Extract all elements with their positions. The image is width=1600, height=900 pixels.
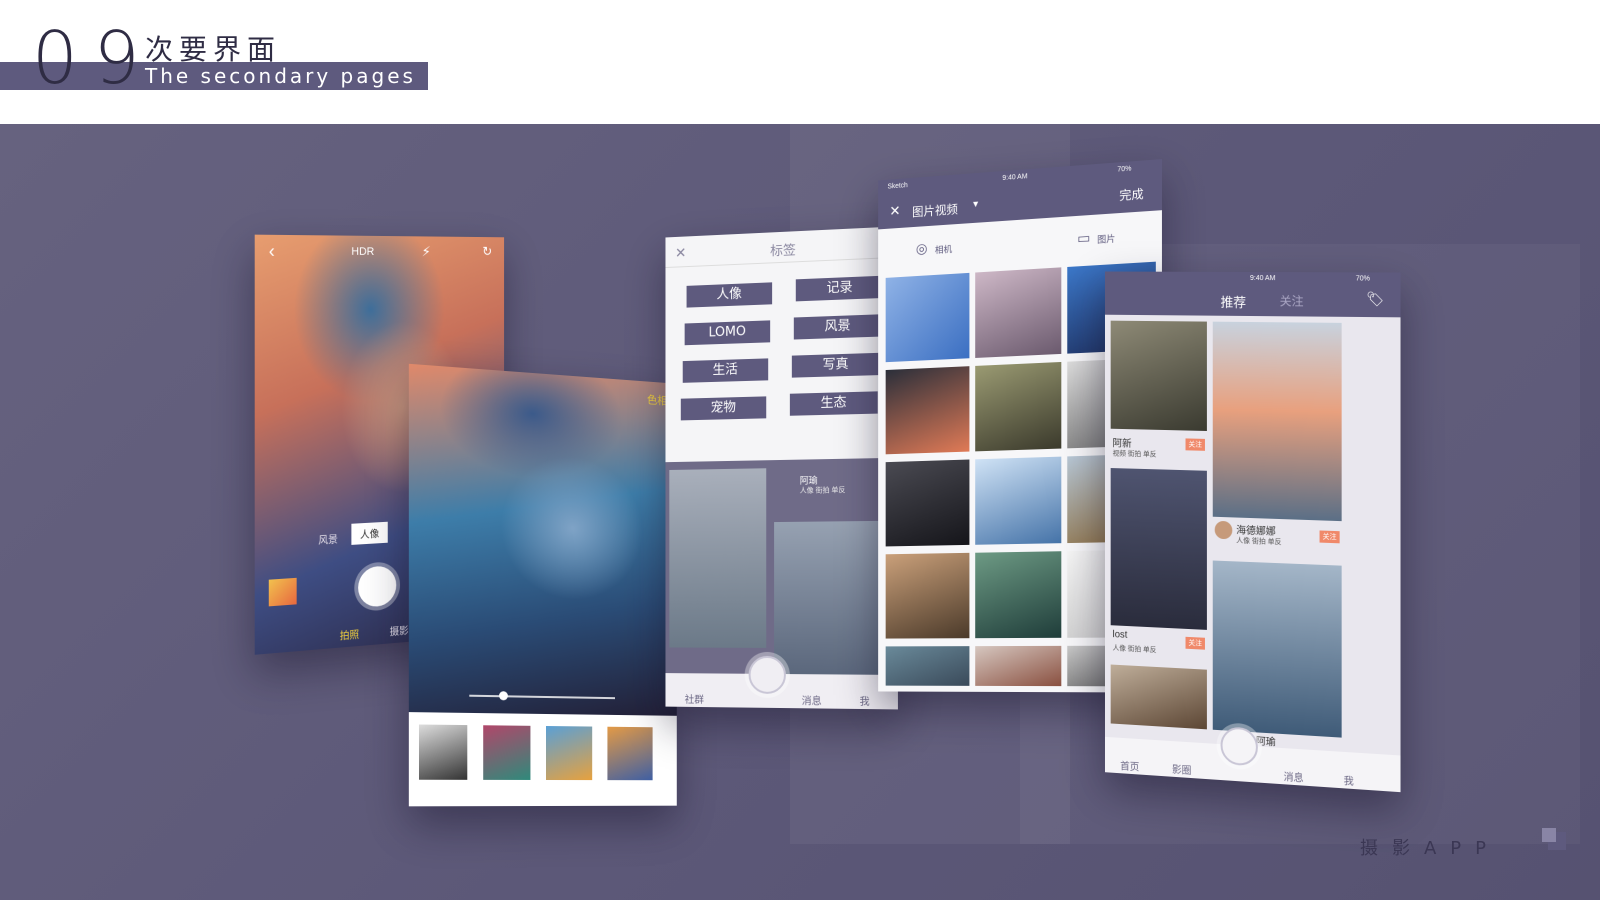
follow-button[interactable]: 关注 (1185, 438, 1205, 451)
hue-label: 色相 (647, 394, 668, 408)
mode-landscape[interactable]: 风景 (318, 531, 338, 547)
filter-thumb-teal[interactable] (483, 725, 531, 780)
card-meta: 人像 街拍 单反 (1236, 537, 1282, 547)
section-number: 09 (32, 16, 156, 100)
avatar[interactable] (1214, 520, 1233, 540)
tags-title: 标签 (770, 242, 796, 259)
media-thumb[interactable] (885, 366, 970, 455)
tab-follow[interactable]: 关注 (1280, 292, 1304, 309)
camera-fab[interactable] (1220, 726, 1258, 767)
filter-edit-screen: 色相 (408, 363, 677, 807)
tags-panel: ✕ 标签 人像 记录 LOMO 风景 生活 写真 宠物 生态 (665, 226, 898, 463)
tag-portrait[interactable]: 人像 (686, 282, 773, 308)
feed-header: 9:40 AM 70% 推荐 关注 🏷 (1104, 271, 1401, 318)
tab-me[interactable]: 我 (860, 693, 870, 708)
feed-card-photo-beach[interactable] (1110, 664, 1207, 730)
tag-icon[interactable]: 🏷 (1366, 291, 1384, 308)
section-title-cn: 次要界面 (145, 33, 282, 66)
picture-icon[interactable]: ▭ (1077, 229, 1090, 247)
hdr-toggle[interactable]: HDR (351, 246, 374, 258)
picture-option[interactable]: 图片 (1097, 232, 1115, 246)
tab-messages[interactable]: 消息 (802, 692, 822, 707)
close-icon[interactable]: ✕ (675, 244, 686, 261)
card-meta: 视频 街拍 单反 (1112, 450, 1157, 459)
tag-photo-shoot[interactable]: 写真 (791, 352, 880, 378)
media-thumb[interactable] (975, 361, 1062, 452)
slider-handle[interactable] (499, 691, 508, 701)
feed-photo-lake[interactable] (669, 468, 767, 648)
follow-button[interactable]: 关注 (1185, 636, 1205, 650)
switch-camera-icon[interactable]: ↻ (482, 244, 492, 260)
camera-icon[interactable]: ◎ (916, 240, 928, 258)
tab-me[interactable]: 我 (1344, 772, 1354, 788)
feed-card-photo-snow[interactable] (1212, 560, 1342, 738)
tab-circle[interactable]: 影圈 (1172, 761, 1191, 777)
flash-icon[interactable]: ⚡ (422, 243, 431, 260)
back-icon[interactable]: ‹ (269, 241, 275, 263)
feed-meta: 人像 街拍 单反 (799, 486, 846, 495)
filter-thumb-vivid[interactable] (607, 726, 653, 781)
card-meta: 人像 街拍 单反 (1112, 644, 1157, 655)
close-icon[interactable]: ✕ (889, 202, 900, 219)
tags-screen: ✕ 标签 人像 记录 LOMO 风景 生活 写真 宠物 生态 阿瑜 人像 街拍 … (665, 226, 898, 710)
filter-thumb-mono[interactable] (418, 724, 468, 780)
album-selector[interactable]: 图片视频 (912, 200, 958, 220)
follow-button[interactable]: 关注 (1319, 530, 1340, 544)
status-carrier: Sketch (887, 182, 908, 191)
chevron-down-icon[interactable]: ▼ (971, 199, 980, 210)
media-thumb[interactable] (975, 645, 1062, 687)
camera-fab[interactable] (748, 655, 786, 695)
tag-life[interactable]: 生活 (682, 358, 769, 383)
edit-preview-photo (408, 363, 677, 716)
page-header: 09 次要界面 The secondary pages (0, 0, 1600, 124)
media-thumb[interactable] (885, 459, 970, 547)
tag-lomo[interactable]: LOMO (684, 320, 771, 346)
media-thumb[interactable] (885, 646, 970, 686)
done-button[interactable]: 完成 (1119, 185, 1143, 204)
filter-thumb-warm[interactable] (546, 726, 593, 781)
tags-tab-bar: 社群 消息 我 (665, 655, 898, 710)
feed-photo-snow[interactable] (774, 520, 892, 694)
tab-recommend[interactable]: 推荐 (1221, 292, 1247, 311)
mode-portrait[interactable]: 人像 (351, 521, 388, 545)
media-thumb[interactable] (975, 456, 1062, 545)
tag-landscape[interactable]: 风景 (793, 314, 882, 340)
section-title-en: The secondary pages (145, 64, 416, 88)
tab-photo[interactable]: 拍照 (340, 626, 359, 643)
feed-screen: 9:40 AM 70% 推荐 关注 🏷 阿新 视频 街拍 单反 关注 海德娜娜 … (1104, 271, 1401, 793)
showcase-stage: ‹ HDR ⚡ ↻ 风景 人像 植物 ✦ 拍照 摄影 色相 ✕ 标签 人像 记录 (0, 124, 1600, 900)
status-battery: 70% (1117, 165, 1132, 174)
media-thumb[interactable] (975, 267, 1062, 358)
status-time: 9:40 AM (1002, 173, 1028, 183)
camera-option[interactable]: 相机 (935, 242, 952, 256)
camera-toolbar: ‹ HDR ⚡ ↻ (255, 235, 504, 271)
feed-card-photo-night[interactable] (1110, 468, 1207, 630)
tab-video[interactable]: 摄影 (390, 622, 409, 638)
brand-square-light (1542, 828, 1556, 842)
media-thumb[interactable] (975, 551, 1062, 639)
tag-record[interactable]: 记录 (795, 275, 884, 302)
brand-label: 摄影APP (1359, 838, 1500, 859)
tag-ecology[interactable]: 生态 (789, 391, 878, 416)
tab-community[interactable]: 社群 (685, 691, 704, 706)
status-time: 9:40 AM (1250, 275, 1276, 283)
feed-card-photo-sunset[interactable] (1212, 321, 1342, 522)
tag-pet[interactable]: 宠物 (680, 396, 767, 421)
tab-home[interactable]: 首页 (1120, 757, 1139, 773)
tab-messages[interactable]: 消息 (1284, 768, 1304, 784)
status-battery: 70% (1355, 275, 1370, 283)
gallery-thumbnail[interactable] (268, 577, 297, 607)
media-thumb[interactable] (885, 272, 970, 363)
card-username: lost (1112, 629, 1128, 641)
media-thumb[interactable] (885, 552, 970, 639)
feed-card-photo[interactable] (1110, 320, 1207, 431)
